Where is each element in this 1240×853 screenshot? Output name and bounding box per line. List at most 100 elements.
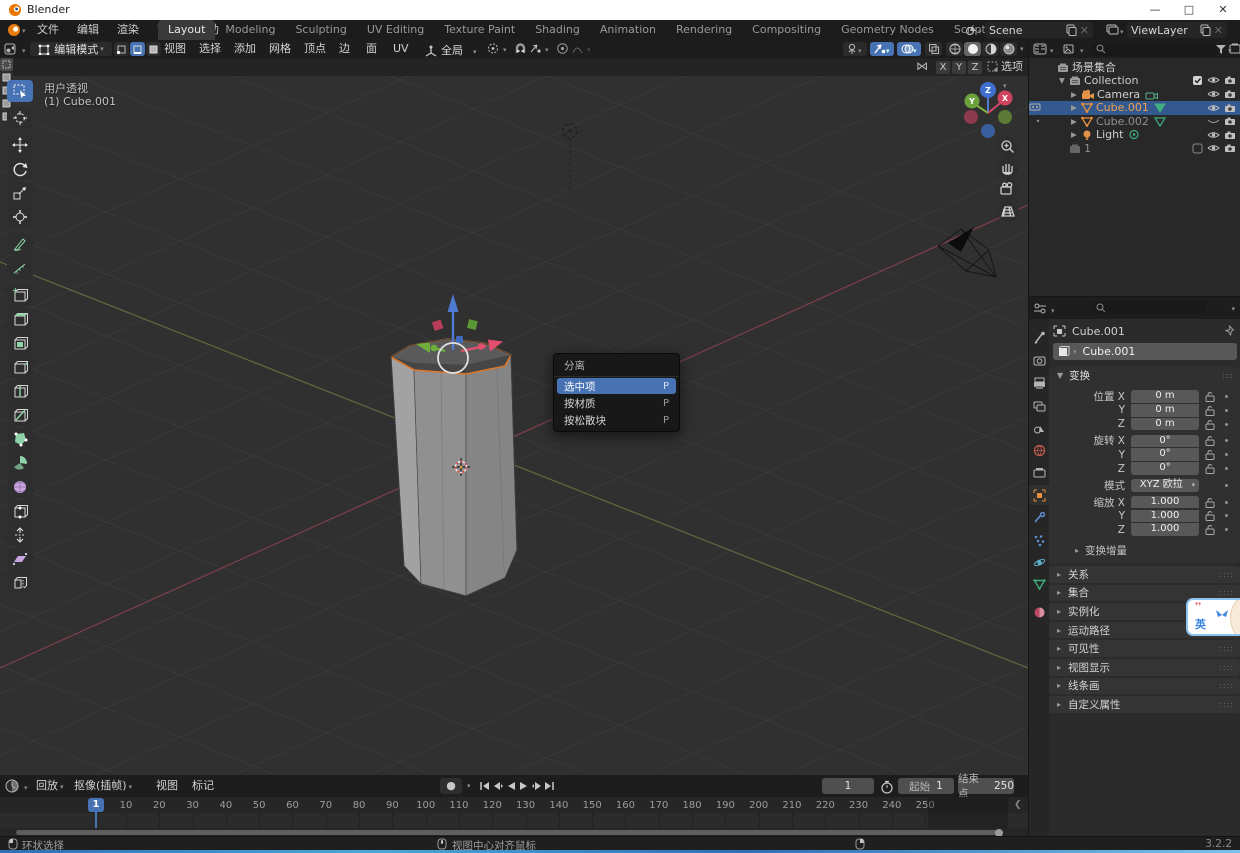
next-keyframe-button[interactable] (530, 779, 543, 793)
context-item-按材质[interactable]: 按材质 P (557, 395, 676, 411)
lock-icon[interactable] (1205, 510, 1215, 522)
shading-dropdown-caret[interactable]: ▾ (1020, 45, 1024, 53)
tool-poly-build[interactable] (7, 428, 33, 450)
tool-rotate[interactable] (7, 158, 33, 180)
transform-panel-header[interactable]: ▼ 变换 :::: (1049, 367, 1240, 384)
proportional-editing-icon[interactable] (556, 42, 569, 55)
properties-tab-object[interactable] (1029, 485, 1049, 505)
properties-tab-tool[interactable] (1029, 327, 1049, 347)
properties-tab-scene[interactable] (1029, 418, 1049, 438)
transform-delta-subpanel[interactable]: ▸ 变换增量 (1075, 543, 1127, 558)
properties-tab-object-data[interactable] (1029, 574, 1049, 594)
mode-dropdown[interactable]: 编辑模式 ▾ (30, 42, 112, 56)
jump-to-end-button[interactable] (543, 779, 556, 793)
viewport-menu-UV[interactable]: UV (393, 40, 409, 58)
field-Z[interactable]: 0 m (1131, 417, 1199, 431)
properties-tab-render[interactable] (1029, 350, 1049, 370)
field-Y[interactable]: 1.000 (1131, 509, 1199, 523)
tool-move[interactable] (7, 134, 33, 156)
play-button[interactable] (517, 779, 530, 793)
tool-extrude[interactable] (7, 308, 33, 330)
lock-icon[interactable] (1205, 419, 1215, 430)
previous-keyframe-button[interactable] (491, 779, 504, 793)
workspace-tab-layout[interactable]: Layout (158, 20, 216, 40)
snap-base-icon[interactable] (986, 60, 1000, 73)
checkbox-icon[interactable] (1192, 75, 1203, 86)
workspace-tab-texture-paint[interactable]: Texture Paint (434, 20, 525, 40)
timeline-menu-抠像(插帧)[interactable]: 抠像(插帧) ▾ (74, 775, 132, 798)
pivot-point-dropdown[interactable]: ▾ (486, 42, 510, 55)
xray-toggle[interactable]: ▾ (897, 42, 921, 56)
lock-icon[interactable] (1205, 524, 1215, 536)
outliner-editor-type-button[interactable]: ▾ (1033, 43, 1057, 55)
tool-knife[interactable] (7, 404, 33, 426)
section-关系[interactable]: ▸ 关系:::: (1049, 566, 1240, 583)
tool-select-box[interactable] (7, 80, 33, 102)
eye-icon[interactable] (1207, 103, 1220, 113)
properties-options-caret[interactable]: ▾ (1231, 305, 1235, 313)
field-模式[interactable]: XYZ 欧拉 ▾ (1131, 479, 1199, 492)
tool-shrink-fatten[interactable] (7, 524, 33, 546)
tool-shear[interactable] (7, 548, 33, 570)
shading-wireframe-button[interactable] (946, 42, 963, 56)
camera-icon[interactable] (1224, 130, 1236, 140)
stopwatch-icon[interactable] (880, 780, 894, 794)
outliner-display-mode-button[interactable]: ▾ (1063, 43, 1087, 55)
field-Y[interactable]: 0 m (1131, 404, 1199, 417)
symmetry-z-toggle[interactable]: Z (968, 60, 982, 74)
proportional-falloff-dropdown[interactable]: ▾ (571, 42, 595, 55)
current-frame-field[interactable]: 1 (822, 778, 874, 794)
select-mode-face-button[interactable] (146, 42, 161, 56)
scene-selector[interactable]: ▾ Scene ✕ (963, 22, 1093, 38)
outliner-row-Light[interactable]: ▶ Light (1029, 128, 1240, 142)
outliner-row-Camera[interactable]: ▶ Camera (1029, 88, 1240, 102)
lock-icon[interactable] (1205, 405, 1215, 416)
field-旋转 X[interactable]: 0° (1131, 434, 1199, 448)
properties-tab-collection[interactable] (1029, 462, 1049, 482)
object-name-field[interactable]: ▾ Cube.001 (1053, 343, 1237, 360)
camera-icon[interactable] (1224, 116, 1236, 126)
properties-tab-view-layer[interactable] (1029, 396, 1049, 416)
tool-spin[interactable] (7, 452, 33, 474)
tool-rip-region[interactable] (7, 572, 33, 594)
frame-end-field[interactable]: 结束点 250 (958, 773, 1014, 800)
shading-material-button[interactable] (982, 42, 999, 56)
lock-icon[interactable] (1205, 497, 1215, 508)
properties-tab-world[interactable] (1029, 440, 1049, 460)
field-Z[interactable]: 1.000 (1131, 523, 1199, 536)
tool-scale[interactable] (7, 182, 33, 204)
viewport-menu-选择[interactable]: 选择 (199, 40, 221, 58)
select-mode-edge-button[interactable] (130, 42, 145, 56)
context-item-按松散块[interactable]: 按松散块 P (557, 412, 676, 428)
play-reverse-button[interactable] (504, 779, 517, 793)
outliner-row-场景集合[interactable]: 场景集合 (1029, 61, 1240, 74)
shading-rendered-button[interactable] (1000, 42, 1017, 56)
jump-to-start-button[interactable] (478, 779, 491, 793)
properties-tab-physics[interactable] (1029, 552, 1049, 572)
symmetry-x-toggle[interactable]: X (936, 60, 950, 74)
timeline-ruler[interactable]: 1 10 20 30 40 50 60 70 80 90 100 110 120 130 140 150 160… (0, 797, 1028, 814)
workspace-tab-uv-editing[interactable]: UV Editing (357, 20, 434, 40)
tool-smooth[interactable] (7, 476, 33, 498)
timeline-tracks[interactable] (0, 813, 1028, 828)
select-option-set[interactable] (0, 58, 13, 71)
symmetry-y-toggle[interactable]: Y (952, 60, 966, 74)
select-mode-vertex-button[interactable] (114, 42, 129, 56)
tool-annotate[interactable] (7, 233, 33, 255)
viewport-menu-网格[interactable]: 网格 (269, 40, 291, 58)
tool-transform[interactable] (7, 206, 33, 228)
viewport-menu-添加[interactable]: 添加 (234, 40, 256, 58)
section-线条画[interactable]: ▸ 线条画:::: (1049, 677, 1240, 695)
workspace-tab-shading[interactable]: Shading (525, 20, 590, 40)
menu-渲染[interactable]: 渲染 (108, 20, 148, 40)
lock-icon[interactable] (1205, 449, 1215, 461)
field-位置 X[interactable]: 0 m (1131, 390, 1199, 403)
mesh-symmetry-icon[interactable]: ⋈ (916, 59, 928, 73)
properties-tab-output[interactable] (1029, 373, 1049, 393)
tool-measure[interactable] (7, 257, 33, 279)
outliner-search-input[interactable] (1091, 42, 1216, 56)
viewport-menu-面[interactable]: 面 (366, 40, 377, 58)
tool-edge-slide[interactable] (7, 500, 33, 522)
workspace-tab-rendering[interactable]: Rendering (666, 20, 742, 40)
workspace-tab-modeling[interactable]: Modeling (215, 20, 285, 40)
